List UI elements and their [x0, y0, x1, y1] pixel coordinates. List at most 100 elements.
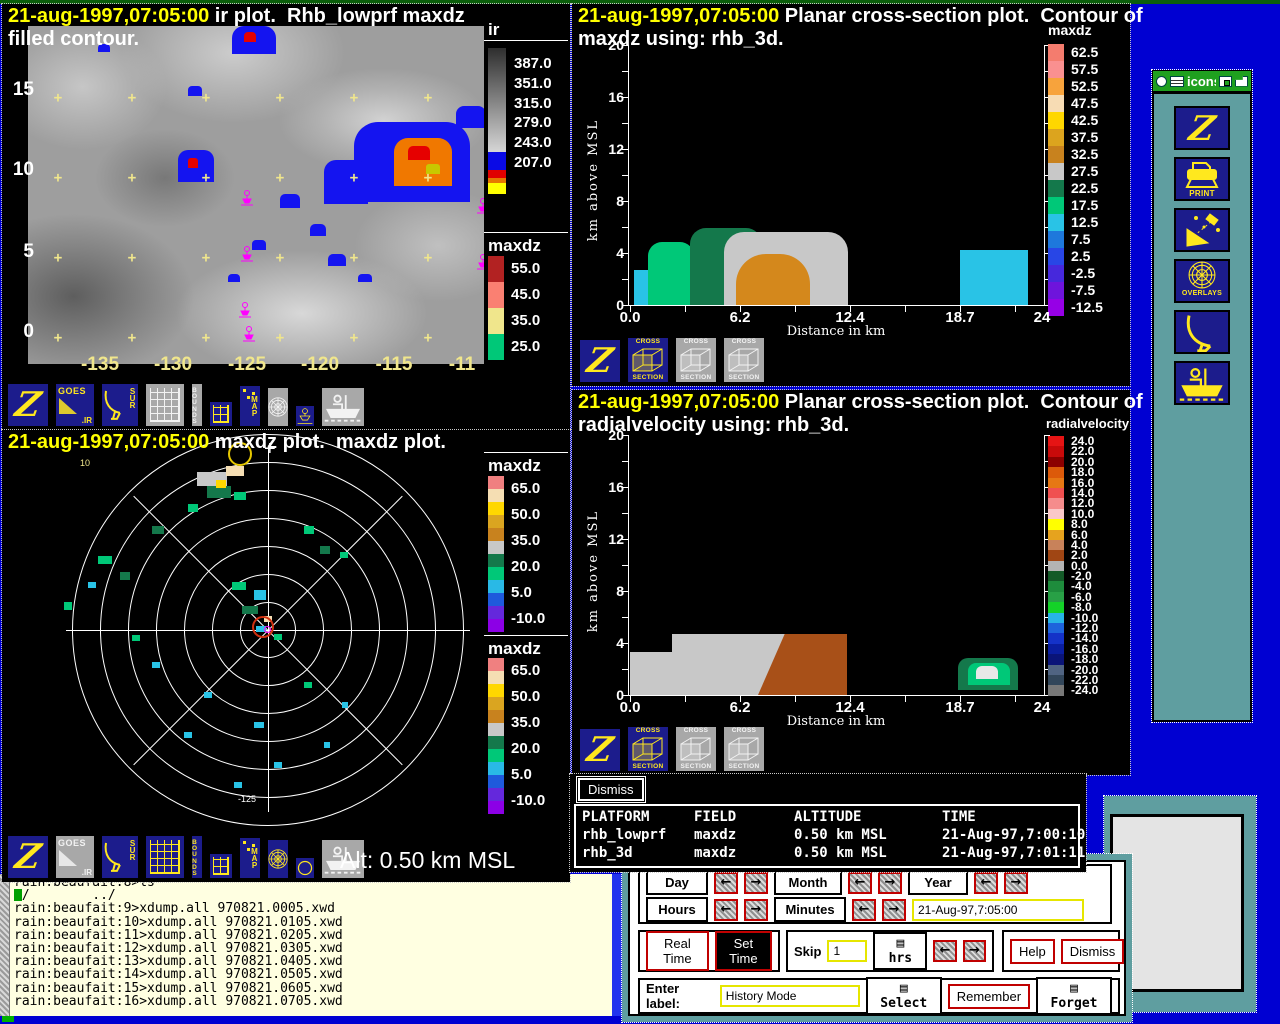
colorbar-swatch	[1048, 685, 1064, 695]
zeb-logo-button[interactable]: Z	[1174, 106, 1230, 150]
skip-forward-button[interactable]: →	[963, 940, 986, 962]
skip-units-button[interactable]: ▤ hrs	[873, 932, 927, 970]
minutes-button[interactable]: Minutes	[774, 897, 846, 922]
goes-ir-button[interactable]: GOES.IR	[54, 834, 96, 880]
colorbar-tick: 52.5	[1071, 78, 1103, 95]
map-button[interactable]: MAP	[238, 384, 262, 428]
colorbar-tick: 45.0	[511, 282, 540, 308]
day-button[interactable]: Day	[646, 870, 708, 895]
month-increment-button[interactable]: →	[878, 872, 902, 894]
ir-segments	[488, 152, 506, 194]
goes-ir-button[interactable]: GOES.IR	[54, 382, 96, 428]
forget-button[interactable]: ▤ Forget	[1036, 977, 1112, 1015]
grid-cross: +	[350, 250, 358, 266]
cross-section-button-3[interactable]: CROSSSECTION	[722, 336, 766, 384]
data-blob	[188, 86, 202, 96]
dismiss-button[interactable]: Dismiss	[578, 778, 644, 801]
skip-value-field[interactable]	[827, 940, 867, 962]
icons-window-titlebar[interactable]: icons	[1152, 70, 1252, 92]
label-field[interactable]	[720, 985, 860, 1007]
print-button[interactable]: PRINT	[1174, 157, 1230, 201]
map-button[interactable]: MAP	[238, 836, 262, 880]
year-button[interactable]: Year	[908, 870, 968, 895]
month-button[interactable]: Month	[774, 870, 842, 895]
hours-button[interactable]: Hours	[646, 897, 708, 922]
year-increment-button[interactable]: →	[1004, 872, 1028, 894]
ir-colorbar-label: ir	[488, 20, 499, 40]
cross-section-button-3[interactable]: CROSSSECTION	[722, 725, 766, 773]
month-decrement-button[interactable]: ←	[848, 872, 872, 894]
cross-section-button-1[interactable]: CROSSSECTION	[626, 336, 670, 384]
grid-cross: +	[350, 330, 358, 346]
remember-button[interactable]: Remember	[948, 984, 1030, 1009]
table-cell: ALTITUDE	[794, 808, 942, 826]
window-iconify-icon[interactable]	[1235, 76, 1248, 87]
year-decrement-button[interactable]: ←	[974, 872, 998, 894]
skip-group: Skip ▤ hrs ← →	[786, 930, 994, 972]
y-tick-label: 8	[616, 193, 624, 209]
distance-axis: 0.06.212.418.724	[572, 699, 1072, 717]
window-menu-icon[interactable]	[1170, 76, 1184, 87]
hours-decrement-button[interactable]: ←	[714, 899, 738, 921]
radar-sur-button[interactable]: SUR	[100, 834, 140, 880]
cross-section-button-2[interactable]: CROSSSECTION	[674, 725, 718, 773]
real-time-button[interactable]: Real Time	[646, 931, 709, 971]
radar-button[interactable]	[1174, 310, 1230, 354]
grid-button[interactable]	[144, 382, 186, 428]
subgrid-button[interactable]	[208, 400, 234, 428]
colorbar-swatch	[1048, 95, 1064, 112]
window-button-icon[interactable]	[1156, 76, 1167, 87]
circle-button[interactable]	[294, 856, 316, 880]
terminal-window[interactable]: rain:beaufait:8>ls./ ../rain:beaufait:9>…	[0, 874, 622, 1016]
bounds-button[interactable]: BOUNDS	[190, 382, 204, 428]
radar-sur-button[interactable]: SUR	[100, 382, 140, 428]
colorbar-tick: 35.0	[511, 528, 545, 554]
minutes-increment-button[interactable]: →	[882, 899, 906, 921]
help-button[interactable]: Help	[1010, 939, 1055, 964]
grid-button[interactable]	[144, 834, 186, 880]
time-value-field[interactable]	[912, 899, 1084, 921]
colorbar-swatch	[1048, 581, 1064, 591]
day-decrement-button[interactable]: ←	[714, 872, 738, 894]
overlays-button[interactable]: OVERLAYS	[1174, 259, 1230, 303]
window-shade-icon[interactable]	[1219, 76, 1232, 87]
range-rings-button[interactable]	[266, 838, 290, 880]
set-time-button[interactable]: Set Time	[715, 931, 772, 971]
grid-cross: +	[202, 90, 210, 106]
table-cell: PLATFORM	[582, 808, 694, 826]
zeb-logo-button[interactable]: Z	[6, 834, 50, 880]
zeb-z-icon: Z	[6, 836, 50, 878]
x-tick-label: 12.4	[835, 699, 864, 716]
grid-cross: +	[350, 170, 358, 186]
cross-section-button-1[interactable]: CROSSSECTION	[626, 725, 670, 773]
subgrid-button[interactable]	[208, 852, 234, 880]
zeb-logo-button[interactable]: Z	[578, 727, 622, 773]
dismiss-button[interactable]: Dismiss	[1061, 939, 1125, 964]
range-rings-button[interactable]	[266, 386, 290, 428]
day-increment-button[interactable]: →	[744, 872, 768, 894]
satellite-icon	[1176, 210, 1228, 250]
skip-back-button[interactable]: ←	[933, 940, 956, 962]
select-button[interactable]: ▤ Select	[866, 977, 942, 1015]
range-rings-icon	[268, 840, 288, 878]
grid-icon	[150, 388, 180, 422]
zeb-logo-button[interactable]: Z	[578, 338, 622, 384]
minutes-decrement-button[interactable]: ←	[852, 899, 876, 921]
time-row: Hours ← → Minutes ← →	[646, 897, 1104, 922]
hours-increment-button[interactable]: →	[744, 899, 768, 921]
data-blob	[254, 722, 264, 728]
cross-section-button-2[interactable]: CROSSSECTION	[674, 336, 718, 384]
grid-icon	[150, 840, 180, 874]
buoy-button[interactable]	[294, 404, 316, 428]
divider	[484, 40, 568, 41]
satellite-image[interactable]: ++++++++++++++++++++++++	[28, 26, 484, 364]
ship-button[interactable]	[320, 386, 366, 428]
map-label: MAP	[250, 848, 259, 869]
ppi-toolbar: ZGOES.IRSUR BOUNDS MAP	[6, 834, 370, 880]
bounds-button[interactable]: BOUNDS	[190, 834, 204, 880]
colorbar-swatch	[1048, 129, 1064, 146]
terminal-scrollbar[interactable]	[0, 874, 10, 1016]
ship-button[interactable]	[1174, 361, 1230, 405]
satellite-button[interactable]	[1174, 208, 1230, 252]
y-tick-label: 10	[13, 159, 34, 181]
